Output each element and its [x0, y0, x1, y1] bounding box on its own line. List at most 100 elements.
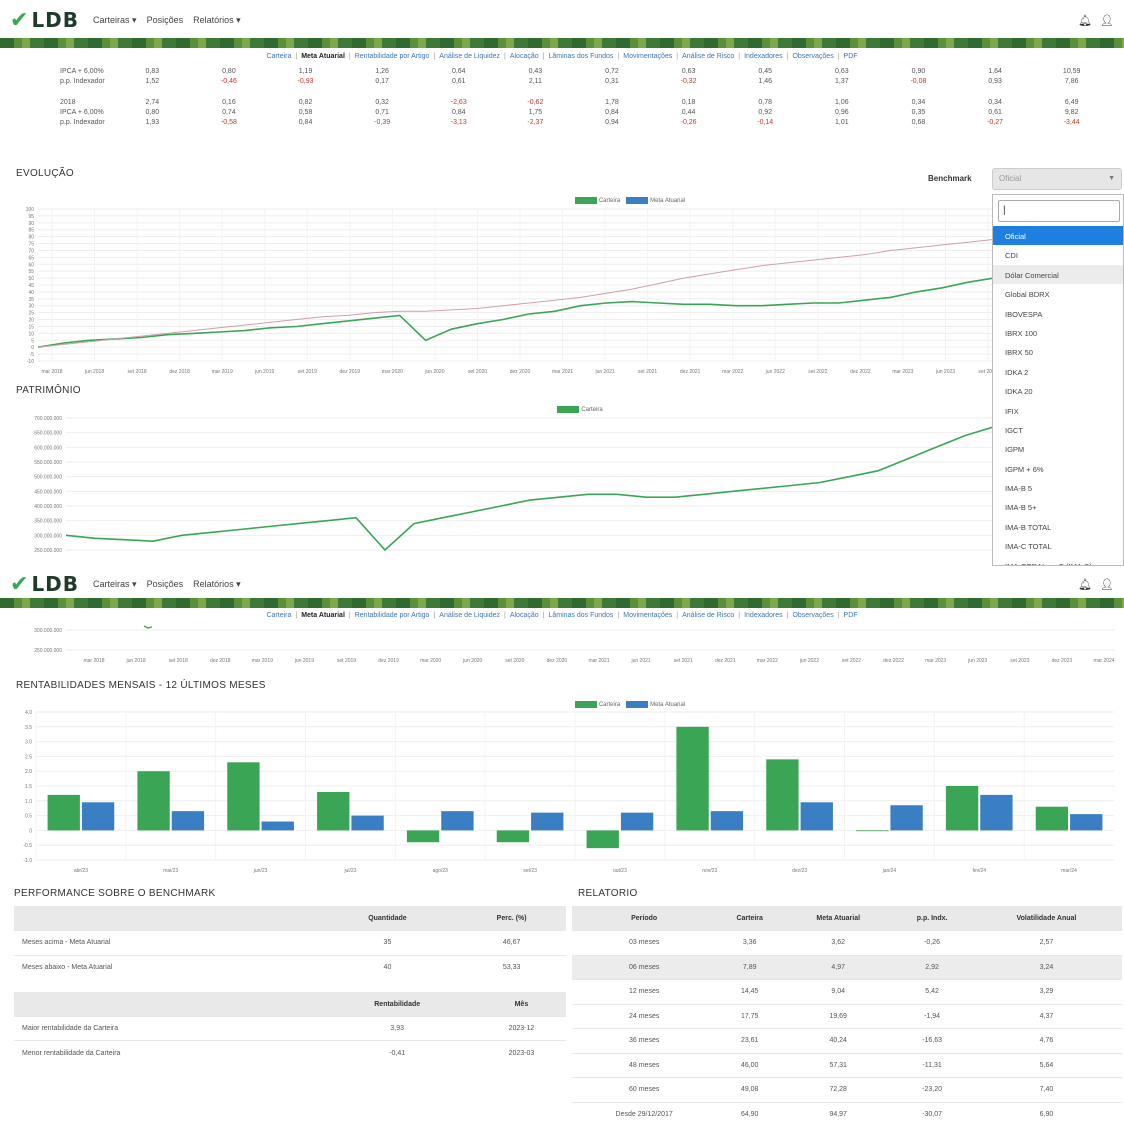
ldb-logo-2[interactable]: ✔ LDB [10, 572, 79, 597]
bar-carteira[interactable] [1035, 806, 1069, 831]
bar-carteira[interactable] [227, 762, 260, 831]
bar-carteira[interactable] [406, 830, 440, 843]
x-tick-label: mar 2019 [252, 658, 273, 664]
header-banner [0, 38, 1124, 48]
y-tick-label: 50 [28, 276, 34, 282]
tab-an-lise-de-risco[interactable]: Análise de Risco [682, 612, 734, 619]
bar-meta-atuarial[interactable] [441, 811, 474, 831]
tab-observa-es[interactable]: Observações [792, 612, 833, 619]
tab-l-minas-dos-fundos[interactable]: Lâminas dos Fundos [548, 53, 613, 60]
bar-carteira[interactable] [945, 786, 979, 831]
tab-separator: | [542, 52, 545, 60]
x-tick-label: mai/23 [163, 868, 178, 874]
dropdown-option[interactable]: Global BDRX [993, 284, 1123, 303]
dropdown-option[interactable]: IDKA 2 [993, 362, 1123, 381]
bar-carteira[interactable] [47, 794, 80, 831]
bar-meta-atuarial[interactable] [81, 802, 115, 831]
bell-icon[interactable]: 🔔︎ [1078, 14, 1092, 27]
y-tick-label: 2.5 [25, 754, 32, 760]
y-tick-label: 0 [29, 828, 32, 834]
user-icon[interactable]: 👤︎ [1100, 578, 1114, 591]
menu-carteiras[interactable]: Carteiras ▾ [93, 15, 137, 26]
relatorio-panel: Período Carteira Meta Atuarial p.p. Indx… [572, 906, 1122, 1127]
dropdown-option[interactable]: Dólar Comercial [993, 264, 1123, 285]
bar-carteira[interactable] [856, 830, 889, 832]
tab-bar-2: Carteira | Meta Atuarial | Rentabilidade por… [0, 608, 1124, 622]
user-icon[interactable]: 👤︎ [1100, 14, 1114, 27]
bell-icon[interactable]: 🔔︎ [1078, 578, 1092, 591]
dropdown-option[interactable]: IGPM + 6% [993, 459, 1123, 478]
bar-meta-atuarial[interactable] [620, 812, 654, 831]
tab-rentabilidade-por-artigo[interactable]: Rentabilidade por Artigo [355, 53, 430, 60]
legend-carteira[interactable]: Carteira [574, 197, 620, 204]
benchmark-select[interactable]: Oficial ▼ [992, 168, 1122, 190]
tab-aloca-o[interactable]: Alocação [510, 53, 539, 60]
dropdown-option[interactable]: IMA-GERAL ex-C (IMA-S) [993, 556, 1123, 565]
dropdown-option[interactable]: IBOVESPA [993, 304, 1123, 323]
tab-l-minas-dos-fundos[interactable]: Lâminas dos Fundos [548, 612, 613, 619]
ldb-logo[interactable]: ✔ LDB [10, 8, 79, 33]
bar-meta-atuarial[interactable] [800, 802, 833, 831]
tab-separator: | [786, 52, 789, 60]
dropdown-option[interactable]: IGCT [993, 420, 1123, 439]
bar-carteira[interactable] [676, 726, 709, 831]
menu-posicoes[interactable]: Posições [147, 579, 184, 590]
dropdown-option[interactable]: IBRX 100 [993, 323, 1123, 342]
legend-carteira-patrimonio[interactable]: Carteira [557, 406, 603, 413]
dropdown-option[interactable]: IMA-B 5 [993, 478, 1123, 497]
dropdown-option[interactable]: IMA-B 5+ [993, 497, 1123, 516]
tab-movimenta-es[interactable]: Movimentações [623, 53, 672, 60]
dropdown-option[interactable]: IDKA 20 [993, 381, 1123, 400]
y-tick-label: 2.0 [25, 769, 32, 775]
menu-relatorios[interactable]: Relatórios ▾ [193, 15, 241, 26]
dropdown-option[interactable]: IBRX 50 [993, 342, 1123, 361]
bar-carteira[interactable] [586, 830, 619, 849]
tab-separator: | [738, 611, 741, 619]
bar-meta-atuarial[interactable] [261, 821, 294, 831]
tab-carteira[interactable]: Carteira [266, 53, 291, 60]
bar-meta-atuarial[interactable] [351, 815, 384, 831]
tab-pdf[interactable]: PDF [844, 53, 858, 60]
tab-carteira[interactable]: Carteira [266, 612, 291, 619]
y-tick-label: 250.000.000 [34, 548, 62, 554]
bar-meta-atuarial[interactable] [531, 812, 564, 831]
tab-movimenta-es[interactable]: Movimentações [623, 612, 672, 619]
bar-meta-atuarial[interactable] [1070, 814, 1103, 831]
menu-relatorios[interactable]: Relatórios ▾ [193, 579, 241, 590]
bar-carteira[interactable] [766, 759, 799, 831]
x-tick-label: mar 2020 [382, 369, 403, 375]
dropdown-option[interactable]: IGPM [993, 439, 1123, 458]
y-tick-label: 10 [28, 331, 34, 337]
legend-meta[interactable]: Meta Atuarial [626, 197, 685, 204]
tab-rentabilidade-por-artigo[interactable]: Rentabilidade por Artigo [355, 612, 430, 619]
tab-indexadores[interactable]: Indexadores [744, 53, 783, 60]
dropdown-option[interactable]: CDI [993, 245, 1123, 264]
tab-aloca-o[interactable]: Alocação [510, 612, 539, 619]
relatorio-title: RELATORIO [578, 888, 638, 899]
dropdown-option[interactable]: Oficial [993, 226, 1123, 246]
x-tick-label: jun 2020 [424, 369, 444, 375]
tab-meta-atuarial[interactable]: Meta Atuarial [301, 612, 345, 619]
tab-observa-es[interactable]: Observações [792, 53, 833, 60]
bar-meta-atuarial[interactable] [980, 794, 1013, 831]
benchmark-search-input[interactable]: | [998, 200, 1120, 222]
tab-an-lise-de-liquidez[interactable]: Análise de Liquidez [439, 53, 500, 60]
dropdown-option[interactable]: IFIX [993, 401, 1123, 420]
menu-carteiras[interactable]: Carteiras ▾ [93, 579, 137, 590]
tab-an-lise-de-risco[interactable]: Análise de Risco [682, 53, 734, 60]
bar-meta-atuarial[interactable] [890, 805, 923, 831]
dropdown-option[interactable]: IMA-B TOTAL [993, 517, 1123, 536]
tab-separator: | [504, 611, 506, 619]
tab-indexadores[interactable]: Indexadores [744, 612, 783, 619]
bar-carteira[interactable] [496, 830, 530, 843]
tab-an-lise-de-liquidez[interactable]: Análise de Liquidez [439, 612, 500, 619]
dropdown-option[interactable]: IMA-C TOTAL [993, 536, 1123, 555]
tab-meta-atuarial[interactable]: Meta Atuarial [301, 53, 345, 60]
menu-posicoes[interactable]: Posições [147, 15, 184, 26]
tab-pdf[interactable]: PDF [844, 612, 858, 619]
bar-meta-atuarial[interactable] [171, 811, 205, 831]
y-tick-label: 4.0 [25, 710, 32, 716]
bar-carteira[interactable] [137, 771, 170, 831]
bar-carteira[interactable] [317, 791, 350, 831]
bar-meta-atuarial[interactable] [710, 811, 744, 831]
